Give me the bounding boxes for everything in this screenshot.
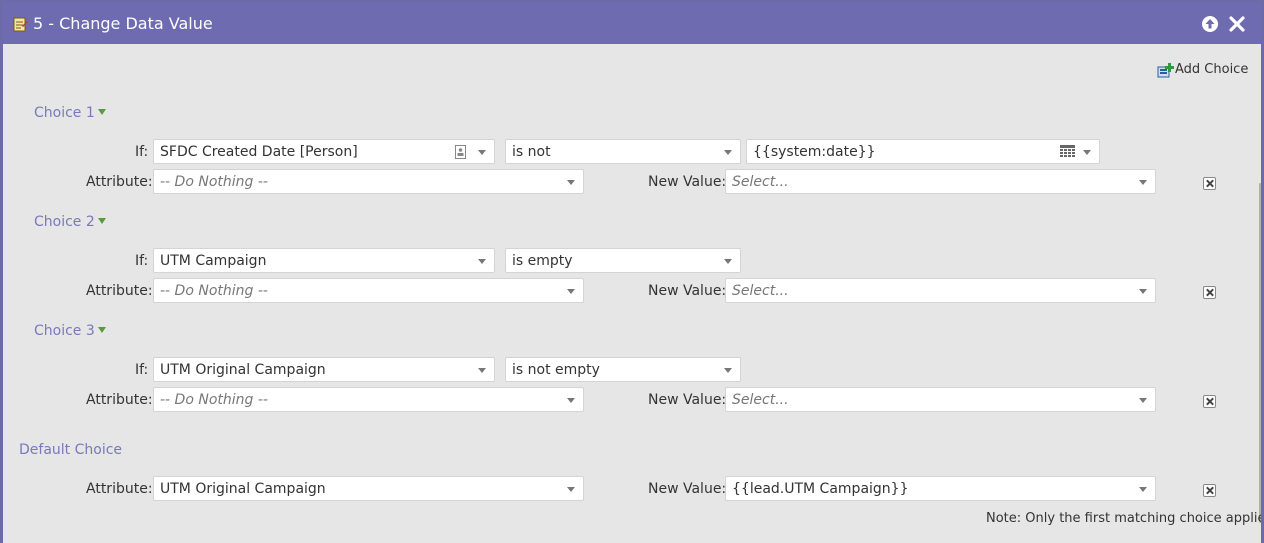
default-attribute-select[interactable]: UTM Original Campaign [153,476,584,501]
chevron-down-icon [567,487,575,492]
choice-2-new-value-label: New Value: [648,283,727,299]
dialog-title: 5 - Change Data Value [33,14,213,33]
choice-1-attribute-label: Attribute: [86,174,153,190]
default-choice-label: Default Choice [19,442,123,458]
chevron-down-icon [478,259,486,264]
default-attribute-label: Attribute: [86,481,153,497]
delete-default-choice-icon[interactable] [1203,484,1216,497]
choice-1-if-field-value: SFDC Created Date [Person] [160,144,358,160]
add-choice-icon [1157,63,1174,78]
person-field-icon [455,145,466,159]
choice-1-if-field-select[interactable]: SFDC Created Date [Person] [153,139,495,164]
chevron-down-icon [478,150,486,155]
delete-choice-2-icon[interactable] [1203,286,1216,299]
choice-1-if-value: {{system:date}} [753,144,876,160]
default-new-value: {{lead.UTM Campaign}} [732,481,909,497]
collapse-up-icon[interactable] [1201,15,1219,33]
choice-1-new-value-select[interactable]: Select... [725,169,1156,194]
expand-triangle-icon [97,109,106,115]
scrollbar[interactable] [1259,183,1261,523]
expand-triangle-icon [97,218,106,224]
choice-2-if-label: If: [135,253,149,269]
delete-choice-3-icon[interactable] [1203,395,1216,408]
chevron-down-icon [1139,289,1147,294]
chevron-down-icon [724,368,732,373]
choice-2-operator-select[interactable]: is empty [505,248,741,273]
choice-1-new-value-label: New Value: [648,174,727,190]
choice-3-toggle[interactable]: Choice 3 [34,323,106,339]
default-new-value-select[interactable]: {{lead.UTM Campaign}} [725,476,1156,501]
choice-3-if-field-value: UTM Original Campaign [160,362,326,378]
choice-1-attribute-value: -- Do Nothing -- [160,174,268,190]
choice-1-if-label: If: [135,144,149,160]
choice-3-if-field-select[interactable]: UTM Original Campaign [153,357,495,382]
choice-1-operator-value: is not [512,144,551,160]
chevron-down-icon [567,398,575,403]
choice-1-toggle[interactable]: Choice 1 [34,105,106,121]
choice-3-new-value-label: New Value: [648,392,727,408]
delete-choice-1-icon[interactable] [1203,177,1216,190]
matching-note: Note: Only the first matching choice app… [986,511,1261,526]
choice-3-attribute-label: Attribute: [86,392,153,408]
chevron-down-icon [1139,487,1147,492]
choice-2-label: Choice 2 [34,214,95,230]
choice-1-if-value-select[interactable]: {{system:date}} [746,139,1100,164]
choice-3-operator-value: is not empty [512,362,600,378]
add-choice-label: Add Choice [1175,62,1249,77]
choice-2-operator-value: is empty [512,253,573,269]
chevron-down-icon [567,289,575,294]
choice-1-attribute-select[interactable]: -- Do Nothing -- [153,169,584,194]
choice-2-if-field-select[interactable]: UTM Campaign [153,248,495,273]
change-data-value-dialog: 5 - Change Data Value Add Choice Choice … [3,3,1261,543]
choice-3-new-value-select[interactable]: Select... [725,387,1156,412]
choice-3-attribute-value: -- Do Nothing -- [160,392,268,408]
flow-step-icon [13,17,28,32]
choice-2-new-value: Select... [732,283,789,299]
choice-1-operator-select[interactable]: is not [505,139,741,164]
expand-triangle-icon [97,327,106,333]
choice-2-attribute-select[interactable]: -- Do Nothing -- [153,278,584,303]
chevron-down-icon [724,150,732,155]
default-attribute-value: UTM Original Campaign [160,481,326,497]
chevron-down-icon [1139,398,1147,403]
default-new-value-label: New Value: [648,481,727,497]
chevron-down-icon [567,180,575,185]
calendar-icon [1060,145,1075,157]
choice-2-toggle[interactable]: Choice 2 [34,214,106,230]
chevron-down-icon [1139,180,1147,185]
choice-3-attribute-select[interactable]: -- Do Nothing -- [153,387,584,412]
choice-3-if-label: If: [135,362,149,378]
choice-3-new-value: Select... [732,392,789,408]
choice-1-label: Choice 1 [34,105,95,121]
choice-2-attribute-value: -- Do Nothing -- [160,283,268,299]
choice-2-if-field-value: UTM Campaign [160,253,267,269]
chevron-down-icon [724,259,732,264]
close-icon[interactable] [1228,15,1246,33]
choice-2-new-value-select[interactable]: Select... [725,278,1156,303]
choice-1-new-value: Select... [732,174,789,190]
choice-2-attribute-label: Attribute: [86,283,153,299]
choice-3-operator-select[interactable]: is not empty [505,357,741,382]
chevron-down-icon [478,368,486,373]
chevron-down-icon [1083,150,1091,155]
choice-3-label: Choice 3 [34,323,95,339]
dialog-titlebar: 5 - Change Data Value [3,3,1261,44]
